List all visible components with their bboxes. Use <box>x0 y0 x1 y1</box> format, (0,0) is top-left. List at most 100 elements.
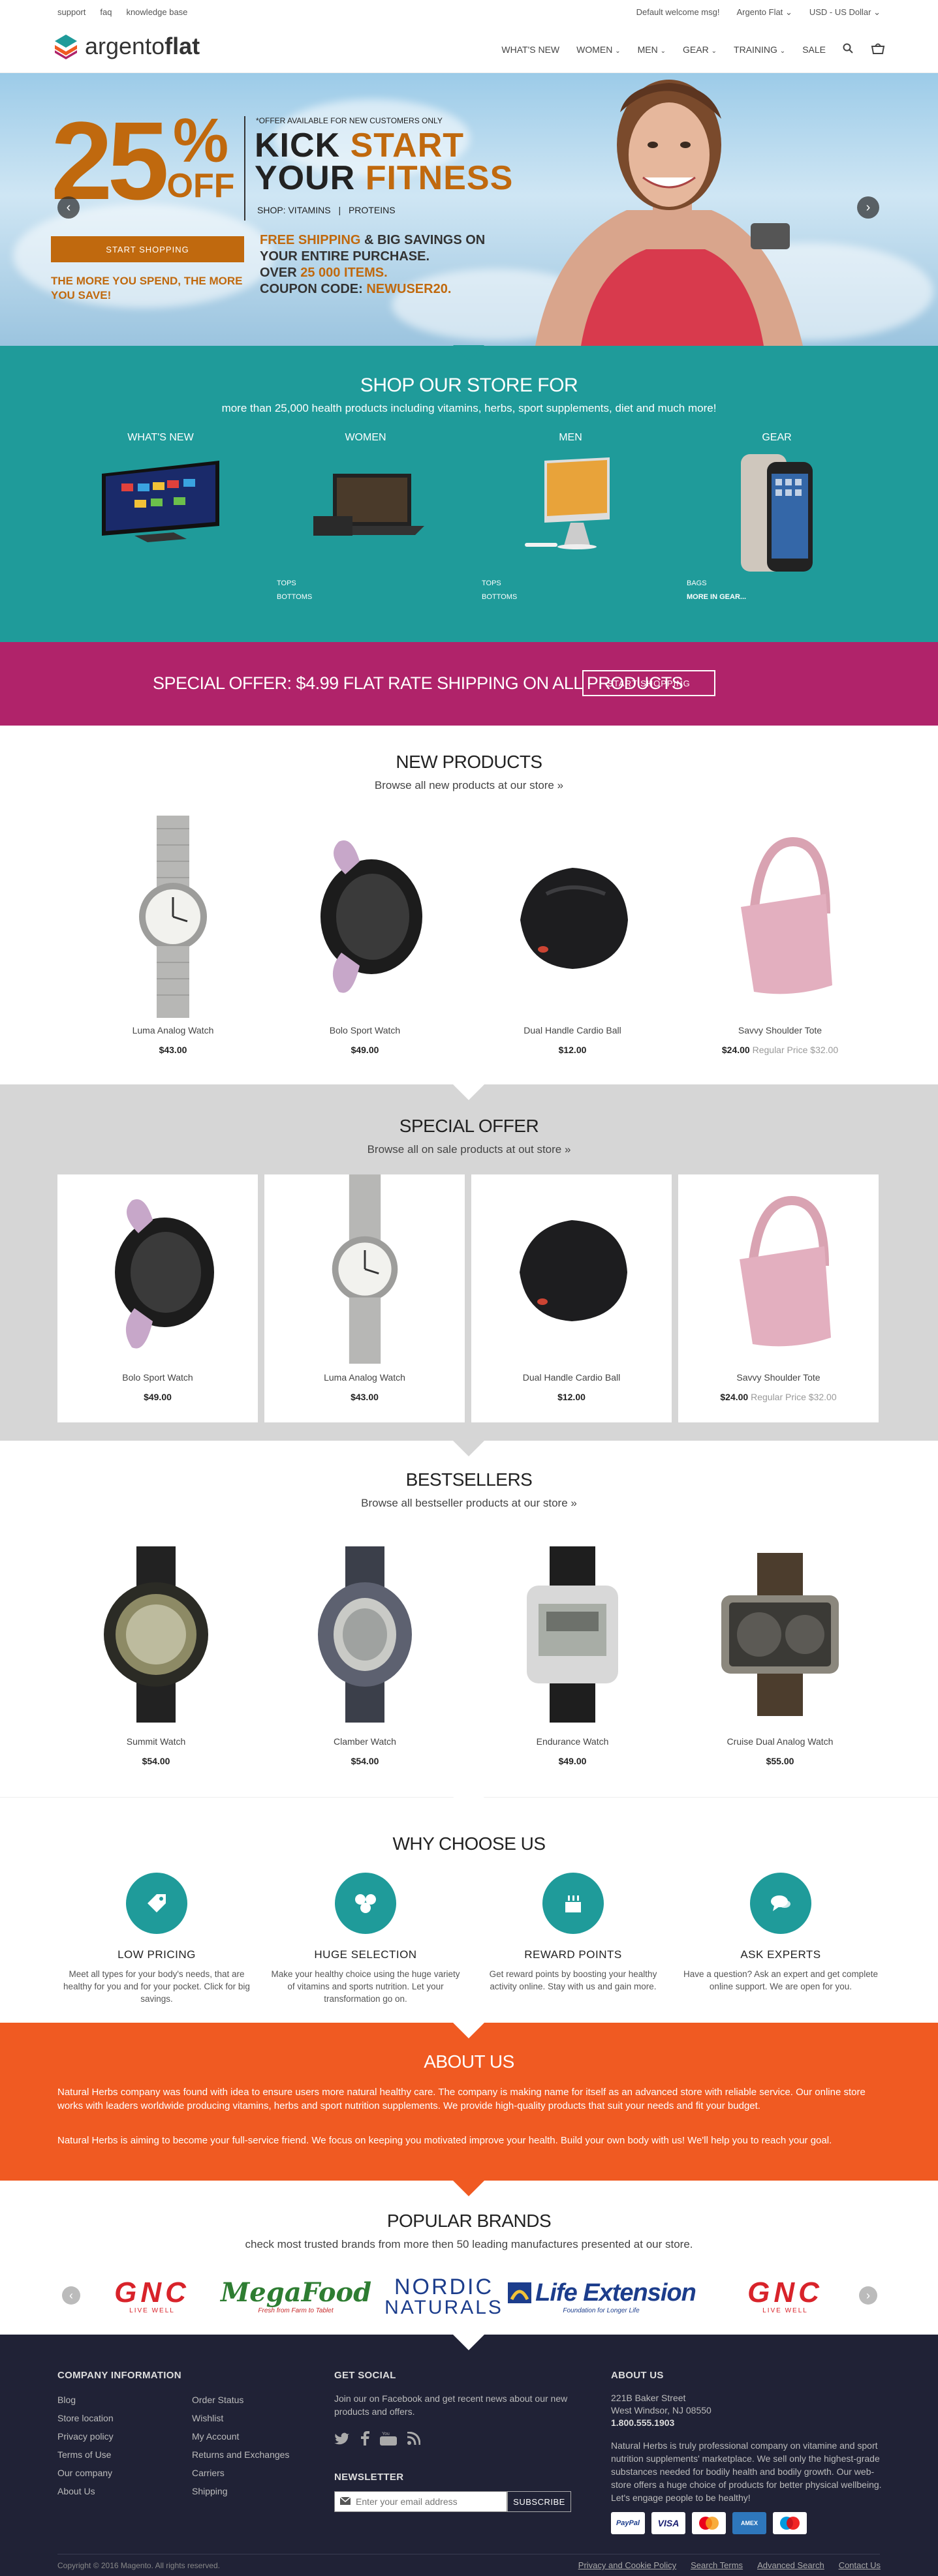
product-item[interactable]: Bolo Sport Watch $49.00 <box>283 816 446 1055</box>
why-item-title: ASK EXPERTS <box>740 1948 821 1961</box>
offer-card[interactable]: Bolo Sport Watch $49.00 <box>57 1174 258 1422</box>
why-low-pricing: LOW PRICING Meet all types for your body… <box>59 1873 255 2005</box>
footer-link-store-location[interactable]: Store location <box>57 2409 114 2427</box>
hero-next-arrow[interactable]: › <box>857 196 879 219</box>
product-item[interactable]: Dual Handle Cardio Ball $12.00 <box>491 816 654 1055</box>
facebook-icon[interactable] <box>360 2431 369 2447</box>
why-choose-us-section: WHY CHOOSE US LOW PRICING Meet all types… <box>0 1797 938 2023</box>
footer-link-about[interactable]: About Us <box>57 2482 114 2500</box>
newsletter-email-input[interactable] <box>356 2496 499 2507</box>
product-item[interactable]: Endurance Watch $49.00 <box>491 1540 654 1766</box>
gear-subcategories: BAGS MORE IN GEAR... <box>687 577 746 604</box>
shop-proteins-link[interactable]: PROTEINS <box>349 205 396 215</box>
brand-name-line2: NATURALS <box>384 2297 503 2318</box>
men-tops-link[interactable]: TOPS <box>482 577 517 590</box>
product-item[interactable]: Cruise Dual Analog Watch $55.00 <box>698 1540 862 1766</box>
nav-training[interactable]: TRAINING ⌄ <box>734 44 785 55</box>
product-name[interactable]: Savvy Shoulder Tote <box>678 1372 879 1383</box>
support-link[interactable]: support <box>57 7 86 17</box>
category-women[interactable]: WOMEN TOPS BOTTOMS <box>277 432 431 601</box>
footer-link-contact-us[interactable]: Contact Us <box>839 2560 881 2570</box>
footer-link-shipping[interactable]: Shipping <box>192 2482 289 2500</box>
men-bottoms-link[interactable]: BOTTOMS <box>482 590 517 604</box>
banner-start-shopping-button[interactable]: START SHOPPING <box>582 670 715 696</box>
hero-start-shopping-button[interactable]: START SHOPPING <box>51 236 244 262</box>
product-name[interactable]: Endurance Watch <box>491 1736 654 1747</box>
product-item[interactable]: Summit Watch $54.00 <box>74 1540 238 1766</box>
footer-link-our-company[interactable]: Our company <box>57 2464 114 2482</box>
brands-prev-arrow[interactable]: ‹ <box>62 2286 80 2305</box>
product-name[interactable]: Luma Analog Watch <box>91 1025 255 1035</box>
special-offer-title: SPECIAL OFFER <box>399 1116 539 1136</box>
nav-men[interactable]: MEN ⌄ <box>638 44 666 55</box>
footer-link-my-account[interactable]: My Account <box>192 2427 289 2446</box>
product-name[interactable]: Savvy Shoulder Tote <box>698 1025 862 1035</box>
product-item[interactable]: Luma Analog Watch $43.00 <box>91 816 255 1055</box>
footer-link-order-status[interactable]: Order Status <box>192 2391 289 2409</box>
women-bottoms-link[interactable]: BOTTOMS <box>277 590 312 604</box>
offer-card[interactable]: Luma Analog Watch $43.00 <box>264 1174 465 1422</box>
footer-about-text: Natural Herbs is truly professional comp… <box>611 2440 882 2503</box>
nav-sale[interactable]: SALE <box>802 44 826 55</box>
hero-prev-arrow[interactable]: ‹ <box>57 196 80 219</box>
mastercard-icon <box>692 2512 726 2534</box>
footer-link-advanced-search[interactable]: Advanced Search <box>757 2560 824 2570</box>
nav-gear[interactable]: GEAR ⌄ <box>683 44 717 55</box>
nav-women[interactable]: WOMEN ⌄ <box>576 44 621 55</box>
brand-logo-life-extension[interactable]: Life Extension Foundation for Longer Lif… <box>493 2278 709 2314</box>
youtube-icon[interactable]: You <box>380 2431 397 2447</box>
product-name[interactable]: Bolo Sport Watch <box>283 1025 446 1035</box>
product-name[interactable]: Luma Analog Watch <box>264 1372 465 1383</box>
category-men[interactable]: MEN TOPS BOTTOMS <box>482 432 636 601</box>
twitter-icon[interactable] <box>334 2432 350 2447</box>
product-name[interactable]: Dual Handle Cardio Ball <box>471 1372 672 1383</box>
footer-link-carriers[interactable]: Carriers <box>192 2464 289 2482</box>
product-name[interactable]: Summit Watch <box>74 1736 238 1747</box>
brands-next-arrow[interactable]: › <box>859 2286 877 2305</box>
footer-link-wishlist[interactable]: Wishlist <box>192 2409 289 2427</box>
search-icon[interactable] <box>843 43 853 55</box>
bolo-watch-image <box>320 840 422 993</box>
product-name[interactable]: Clamber Watch <box>283 1736 446 1747</box>
product-name[interactable]: Dual Handle Cardio Ball <box>491 1025 654 1035</box>
brand-logo-megafood[interactable]: MegaFood Fresh from Farm to Tablet <box>221 2278 371 2315</box>
footer-link-privacy[interactable]: Privacy policy <box>57 2427 114 2446</box>
more-in-gear-link[interactable]: MORE IN GEAR... <box>687 590 746 604</box>
offer-card[interactable]: Savvy Shoulder Tote $24.00 Regular Price… <box>678 1174 879 1422</box>
store-switcher[interactable]: Argento Flat ⌄ <box>736 7 792 18</box>
footer-link-returns[interactable]: Returns and Exchanges <box>192 2446 289 2464</box>
special-offer-subtitle[interactable]: Browse all on sale products at out store… <box>0 1143 938 1156</box>
footer-link-search-terms[interactable]: Search Terms <box>691 2560 743 2570</box>
currency-switcher[interactable]: USD - US Dollar ⌄ <box>809 7 881 18</box>
women-tops-link[interactable]: TOPS <box>277 577 312 590</box>
product-item[interactable]: Savvy Shoulder Tote $24.00 Regular Price… <box>698 816 862 1055</box>
category-gear[interactable]: GEAR BAGS MORE IN GEAR... <box>687 432 842 601</box>
logo[interactable]: argentoflat <box>54 33 200 60</box>
cart-icon[interactable] <box>870 42 886 57</box>
new-products-subtitle[interactable]: Browse all new products at our store » <box>0 779 938 792</box>
footer-link-cookie-policy[interactable]: Privacy and Cookie Policy <box>578 2560 676 2570</box>
subscribe-button[interactable]: SUBSCRIBE <box>507 2491 571 2512</box>
footer-link-blog[interactable]: Blog <box>57 2391 114 2409</box>
brand-logo-gnc[interactable]: GNC LIVE WELL <box>717 2277 854 2315</box>
category-whats-new[interactable]: WHAT'S NEW <box>95 432 226 555</box>
brand-logo-nordic[interactable]: NORDIC NATURALS <box>379 2276 509 2318</box>
offer-card[interactable]: Dual Handle Cardio Ball $12.00 <box>471 1174 672 1422</box>
knowledge-base-link[interactable]: knowledge base <box>126 7 187 17</box>
faq-link[interactable]: faq <box>100 7 112 17</box>
address-line-1: 221B Baker Street <box>611 2393 686 2403</box>
brand-name: GNC <box>747 2277 823 2308</box>
product-name[interactable]: Bolo Sport Watch <box>57 1372 258 1383</box>
product-price: $49.00 <box>144 1392 172 1402</box>
product-item[interactable]: Clamber Watch $54.00 <box>283 1540 446 1766</box>
rss-icon[interactable] <box>407 2431 421 2447</box>
gear-bags-link[interactable]: BAGS <box>687 577 746 590</box>
get-social-title: GET SOCIAL <box>334 2370 396 2381</box>
brand-logo-gnc[interactable]: GNC LIVE WELL <box>84 2278 221 2315</box>
bestsellers-subtitle[interactable]: Browse all bestseller products at our st… <box>0 1497 938 1510</box>
footer-link-terms[interactable]: Terms of Use <box>57 2446 114 2464</box>
shop-vitamins-link[interactable]: VITAMINS <box>288 205 330 215</box>
nav-whats-new[interactable]: WHAT'S NEW <box>501 44 559 55</box>
shop-our-store-section: SHOP OUR STORE FOR more than 25,000 heal… <box>0 345 938 642</box>
product-name[interactable]: Cruise Dual Analog Watch <box>698 1736 862 1747</box>
